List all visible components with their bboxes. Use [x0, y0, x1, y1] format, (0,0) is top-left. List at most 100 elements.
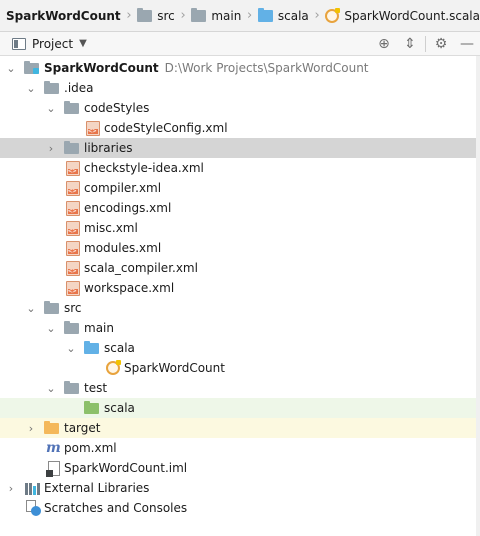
project-path: D:\Work Projects\SparkWordCount	[164, 61, 369, 75]
tree-node-label: pom.xml	[64, 441, 117, 455]
xml-file-icon	[66, 281, 80, 296]
iml-file-icon	[46, 461, 60, 477]
folder-icon	[64, 321, 79, 334]
tree-node-label: scala_compiler.xml	[84, 261, 198, 275]
vertical-scrollbar[interactable]	[476, 56, 480, 536]
tree-node-scratches[interactable]: Scratches and Consoles	[0, 498, 480, 518]
tree-node-label: misc.xml	[84, 221, 138, 235]
tree-node-pom[interactable]: m pom.xml	[0, 438, 480, 458]
scala-object-icon	[106, 360, 121, 375]
folder-icon	[137, 7, 153, 22]
folder-icon	[64, 141, 79, 154]
tree-node-codestyleconfig[interactable]: codeStyleConfig.xml	[0, 118, 480, 138]
tree-node-label: modules.xml	[84, 241, 162, 255]
breadcrumb-label: SparkWordCount.scala	[344, 8, 480, 23]
collapse-all-icon[interactable]: ⇕	[397, 32, 423, 56]
chevron-right-icon[interactable]: ›	[5, 478, 17, 498]
tree-node-label: workspace.xml	[84, 281, 175, 295]
chevron-down-icon[interactable]: ⌄	[5, 58, 17, 78]
breadcrumb-item-project[interactable]: SparkWordCount	[6, 6, 121, 26]
tree-node-main-scala[interactable]: ⌄ scala	[0, 338, 480, 358]
folder-icon	[64, 381, 79, 394]
breadcrumb-item-file[interactable]: SparkWordCount.scala	[325, 6, 480, 26]
scala-object-icon	[325, 7, 341, 23]
xml-file-icon	[66, 161, 80, 176]
tree-node-checkstyle[interactable]: checkstyle-idea.xml	[0, 158, 480, 178]
project-view-title[interactable]: Project	[32, 37, 73, 51]
scratches-icon	[25, 500, 41, 516]
tree-node-label: compiler.xml	[84, 181, 162, 195]
chevron-down-icon[interactable]: ⌄	[45, 98, 57, 118]
folder-icon	[191, 7, 207, 22]
chevron-right-icon: ›	[314, 8, 320, 23]
source-folder-icon	[84, 341, 99, 354]
tree-node-label: main	[84, 321, 114, 335]
maven-icon: m	[46, 440, 61, 456]
tree-node-workspace[interactable]: workspace.xml	[0, 278, 480, 298]
project-toolbar: Project ▼ ⊕ ⇕ ⚙ —	[0, 32, 480, 56]
tree-node-main[interactable]: ⌄ main	[0, 318, 480, 338]
hide-icon[interactable]: —	[454, 32, 480, 56]
chevron-right-icon[interactable]: ›	[45, 138, 57, 158]
chevron-down-icon[interactable]: ▼	[79, 38, 87, 49]
xml-file-icon	[86, 121, 100, 136]
tree-node-external-libraries[interactable]: › External Libraries	[0, 478, 480, 498]
breadcrumb-item-src[interactable]: src	[137, 6, 175, 26]
tree-node-label: SparkWordCount D:\Work Projects\SparkWord…	[44, 61, 369, 75]
xml-file-icon	[66, 201, 80, 216]
tree-node-label: External Libraries	[44, 481, 150, 495]
tree-node-encodings[interactable]: encodings.xml	[0, 198, 480, 218]
tree-node-compiler[interactable]: compiler.xml	[0, 178, 480, 198]
folder-icon	[64, 101, 79, 114]
locate-icon[interactable]: ⊕	[371, 32, 397, 56]
tree-node-label: target	[64, 421, 101, 435]
tree-node-iml[interactable]: SparkWordCount.iml	[0, 458, 480, 478]
test-source-folder-icon	[84, 401, 99, 414]
tree-node-label: scala	[104, 341, 135, 355]
tree-node-codestyles[interactable]: ⌄ codeStyles	[0, 98, 480, 118]
tree-node-label: codeStyles	[84, 101, 150, 115]
tree-node-label: test	[84, 381, 108, 395]
tree-node-scala-compiler[interactable]: scala_compiler.xml	[0, 258, 480, 278]
tree-node-misc[interactable]: misc.xml	[0, 218, 480, 238]
chevron-down-icon[interactable]: ⌄	[45, 378, 57, 398]
tree-node-libraries[interactable]: › libraries	[0, 138, 480, 158]
chevron-down-icon[interactable]: ⌄	[25, 298, 37, 318]
tree-node-label: SparkWordCount	[124, 361, 225, 375]
chevron-right-icon[interactable]: ›	[25, 418, 37, 438]
tree-node-label: encodings.xml	[84, 201, 172, 215]
breadcrumb-item-scala[interactable]: scala	[257, 6, 309, 26]
chevron-down-icon[interactable]: ⌄	[25, 78, 37, 98]
tree-node-modules[interactable]: modules.xml	[0, 238, 480, 258]
xml-file-icon	[66, 221, 80, 236]
settings-icon[interactable]: ⚙	[428, 32, 454, 56]
project-tree: ⌄ SparkWordCount D:\Work Projects\SparkWo…	[0, 56, 480, 536]
excluded-folder-icon	[44, 421, 59, 434]
tree-node-label: SparkWordCount.iml	[64, 461, 188, 475]
xml-file-icon	[66, 181, 80, 196]
chevron-right-icon: ›	[126, 8, 132, 23]
module-folder-icon	[24, 61, 39, 74]
tree-node-src[interactable]: ⌄ src	[0, 298, 480, 318]
tree-node-test[interactable]: ⌄ test	[0, 378, 480, 398]
project-name: SparkWordCount	[44, 61, 159, 75]
tree-node-idea[interactable]: ⌄ .idea	[0, 78, 480, 98]
tree-node-test-scala[interactable]: scala	[0, 398, 480, 418]
tree-node-label: .idea	[64, 81, 94, 95]
tree-node-label: codeStyleConfig.xml	[104, 121, 228, 135]
tree-node-label: checkstyle-idea.xml	[84, 161, 204, 175]
chevron-down-icon[interactable]: ⌄	[45, 318, 57, 338]
breadcrumb: SparkWordCount › src › main › scala › Sp…	[0, 0, 480, 32]
tree-node-label: libraries	[84, 141, 133, 155]
breadcrumb-item-main[interactable]: main	[191, 6, 241, 26]
tree-node-label: Scratches and Consoles	[44, 501, 188, 515]
tree-node-target[interactable]: › target	[0, 418, 480, 438]
xml-file-icon	[66, 261, 80, 276]
tree-node-label: scala	[104, 401, 135, 415]
source-folder-icon	[257, 7, 273, 22]
chevron-right-icon: ›	[246, 8, 253, 23]
toolbar-actions: ⊕ ⇕ ⚙ —	[371, 32, 480, 56]
tree-node-project-root[interactable]: ⌄ SparkWordCount D:\Work Projects\SparkWo…	[0, 58, 480, 78]
chevron-down-icon[interactable]: ⌄	[65, 338, 77, 358]
tree-node-sparkwordcount-object[interactable]: SparkWordCount	[0, 358, 480, 378]
